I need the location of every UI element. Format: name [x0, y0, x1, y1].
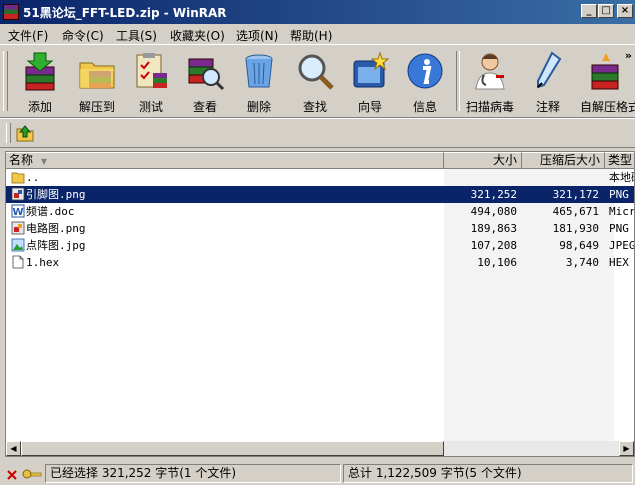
column-header-packed[interactable]: 压缩后大小	[522, 152, 605, 169]
toolbar-separator	[456, 51, 460, 111]
list-item[interactable]: 1.hex 10,106 3,740 HEX 文件	[6, 254, 634, 271]
find-label: 查找	[302, 100, 327, 114]
column-header-name[interactable]: 名称 ▼	[6, 152, 444, 169]
doc-file-icon: W	[11, 204, 25, 218]
address-bar	[0, 118, 635, 148]
column-header-size[interactable]: 大小	[444, 152, 522, 169]
scroll-right-arrow-icon[interactable]: ▶	[619, 441, 634, 456]
menu-options[interactable]: 选项(N)	[236, 27, 278, 44]
winrar-app-icon[interactable]	[3, 4, 19, 20]
list-item[interactable]: .. 本地磁盘	[6, 169, 634, 186]
menu-help[interactable]: 帮助(H)	[290, 27, 332, 44]
status-total: 总计 1,122,509 字节(5 个文件)	[343, 464, 633, 483]
sort-arrow-icon: ▼	[40, 157, 47, 166]
addressbar-grip[interactable]	[6, 123, 11, 143]
scan-virus-button[interactable]: 扫描病毒	[461, 49, 519, 115]
png-file-icon	[11, 221, 25, 235]
list-item[interactable]: 点阵图.jpg 107,208 98,649 JPEG 图像	[6, 237, 634, 254]
add-label: 添加	[27, 100, 52, 114]
toolbar: 添加 解压到 测试 查看 删除 查找 向导 信息 扫描病毒 注释 自解压格式 »	[0, 44, 635, 118]
list-item-selected[interactable]: 引脚图.png 321,252 321,172 PNG 图像	[6, 186, 634, 203]
toolbar-more-chevron-icon[interactable]: »	[625, 49, 632, 62]
add-books-icon	[25, 52, 55, 91]
menu-tools[interactable]: 工具(S)	[116, 27, 157, 44]
view-button[interactable]: 查看	[176, 49, 234, 115]
extract-to-label: 解压到	[78, 100, 115, 114]
test-label: 测试	[138, 100, 163, 114]
menu-bar: 文件(F) 命令(C) 工具(S) 收藏夹(O) 选项(N) 帮助(H)	[0, 24, 635, 44]
sfx-label: 自解压格式	[580, 100, 635, 114]
blank-file-icon	[12, 255, 24, 269]
add-button[interactable]: 添加	[11, 49, 69, 115]
menu-file[interactable]: 文件(F)	[8, 27, 48, 44]
info-icon	[407, 53, 443, 89]
list-item[interactable]: 电路图.png 189,863 181,930 PNG 图像	[6, 220, 634, 237]
close-button[interactable]: ×	[617, 4, 633, 18]
wizard-icon	[353, 51, 390, 88]
toolbar-grip[interactable]	[3, 51, 8, 111]
info-button[interactable]: 信息	[396, 49, 454, 115]
extract-folder-icon	[79, 62, 115, 89]
scan-virus-label: 扫描病毒	[465, 100, 514, 114]
magnifier-icon	[298, 54, 334, 90]
find-button[interactable]: 查找	[286, 49, 344, 115]
up-folder-icon[interactable]	[15, 123, 35, 143]
menu-commands[interactable]: 命令(C)	[62, 27, 104, 44]
key-lock-icon[interactable]	[5, 466, 43, 482]
wizard-button[interactable]: 向导	[341, 49, 399, 115]
column-header-type[interactable]: 类型	[605, 152, 634, 169]
delete-label: 删除	[246, 100, 271, 114]
jpg-file-icon	[11, 238, 25, 252]
test-clipboard-icon	[136, 53, 167, 88]
pen-icon	[537, 51, 562, 89]
title-bar[interactable]: 51黑论坛_FFT-LED.zip - WinRAR _ □ ×	[0, 0, 635, 24]
horizontal-scrollbar[interactable]: ◀ ▶	[6, 441, 634, 456]
test-button[interactable]: 测试	[122, 49, 180, 115]
wizard-label: 向导	[357, 100, 382, 114]
scrollbar-thumb[interactable]	[21, 441, 444, 456]
file-list[interactable]: 名称 ▼ 大小 压缩后大小 类型 .. 本地磁盘 引脚图.png 321,252…	[5, 151, 635, 457]
status-selected: 已经选择 321,252 字节(1 个文件)	[45, 464, 341, 483]
doctor-icon	[475, 53, 505, 90]
status-bar: 已经选择 321,252 字节(1 个文件) 总计 1,122,509 字节(5…	[0, 462, 635, 485]
scroll-left-arrow-icon[interactable]: ◀	[6, 441, 21, 456]
recycle-bin-icon	[245, 54, 273, 88]
menu-favorites[interactable]: 收藏夹(O)	[170, 27, 225, 44]
delete-button[interactable]: 删除	[230, 49, 288, 115]
extract-to-button[interactable]: 解压到	[68, 49, 126, 115]
view-books-icon	[188, 58, 225, 91]
folder-up-icon	[11, 172, 25, 184]
list-item[interactable]: W 频谱.doc 494,080 465,671 Microsoft Word	[6, 203, 634, 220]
comment-label: 注释	[535, 100, 560, 114]
comment-button[interactable]: 注释	[519, 49, 577, 115]
view-label: 查看	[192, 100, 217, 114]
png-file-icon	[11, 187, 25, 201]
svg-text:W: W	[12, 207, 23, 218]
info-label: 信息	[412, 100, 437, 114]
window-title: 51黑论坛_FFT-LED.zip - WinRAR	[23, 6, 227, 20]
sfx-icon	[591, 53, 619, 90]
minimize-button[interactable]: _	[581, 4, 597, 18]
maximize-button[interactable]: □	[598, 4, 614, 18]
